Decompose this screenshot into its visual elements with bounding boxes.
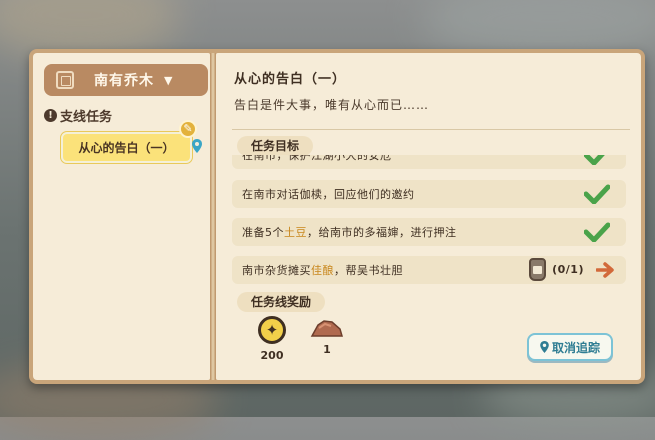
check-icon: [584, 222, 610, 242]
region-label: 南有乔木: [94, 73, 154, 89]
untrack-button-label: 取消追踪: [551, 340, 600, 355]
region-dropdown[interactable]: 南有乔木 ▼: [44, 64, 208, 96]
divider: [232, 129, 630, 130]
caret-down-icon: ▼: [164, 73, 173, 87]
check-icon: [584, 155, 605, 165]
objective-row: 在南市，保护江湖小大的安危: [232, 155, 626, 169]
reward-item: 200: [258, 316, 286, 362]
rewards-heading: 任务线奖励: [237, 292, 326, 312]
location-pin-icon: [540, 341, 549, 353]
untrack-button[interactable]: 取消追踪: [527, 333, 613, 361]
location-pin-icon: [192, 139, 202, 153]
objective-text: 南市杂货摊买佳酿，帮吴书壮胆: [242, 264, 403, 277]
objective-text: 在南市对话伽椟，回应他们的邀约: [242, 188, 415, 201]
highlight-item: 佳酿: [311, 264, 334, 277]
reward-item: 1: [310, 316, 344, 356]
quill-icon: ✎: [179, 120, 197, 138]
quest-list-item-label: 从心的告白（一）: [78, 141, 175, 155]
reward-value: 1: [323, 343, 331, 356]
objectives-heading: 任务目标: [237, 136, 314, 156]
objective-text: 在南市，保护江湖小大的安危: [242, 155, 392, 162]
objective-text: 准备5个土豆，给南市的多福婶，进行押注: [242, 226, 457, 239]
objective-row: 准备5个土豆，给南市的多福婶，进行押注: [232, 218, 626, 246]
objective-row-active[interactable]: 南市杂货摊买佳酿，帮吴书壮胆 (0/1): [232, 256, 626, 284]
ore-icon: [310, 320, 343, 337]
wine-jar-icon: [529, 258, 546, 281]
check-icon: [584, 184, 610, 204]
arrow-right-icon[interactable]: [596, 262, 616, 278]
side-quests-label: 支线任务: [60, 110, 113, 125]
objectives-list[interactable]: 在南市，保护江湖小大的安危 在南市对话伽椟，回应他们的邀约 准备5个土豆，给南市…: [232, 155, 626, 289]
objective-progress: (0/1): [552, 263, 584, 276]
map-icon: [56, 71, 74, 89]
side-quests-heading: ! 支线任务: [44, 106, 112, 125]
quest-list-page: [33, 53, 210, 380]
exclamation-icon: !: [44, 109, 57, 122]
quest-title: 从心的告白（一）: [234, 72, 347, 87]
quest-list-item-selected[interactable]: 从心的告白（一）: [61, 132, 192, 163]
reward-value: 200: [260, 349, 284, 362]
objective-row: 在南市对话伽椟，回应他们的邀约: [232, 180, 626, 208]
quest-description: 告白是件大事，唯有从心而已……: [234, 98, 430, 112]
highlight-item: 土豆: [284, 226, 307, 239]
coin-icon: [258, 316, 286, 344]
